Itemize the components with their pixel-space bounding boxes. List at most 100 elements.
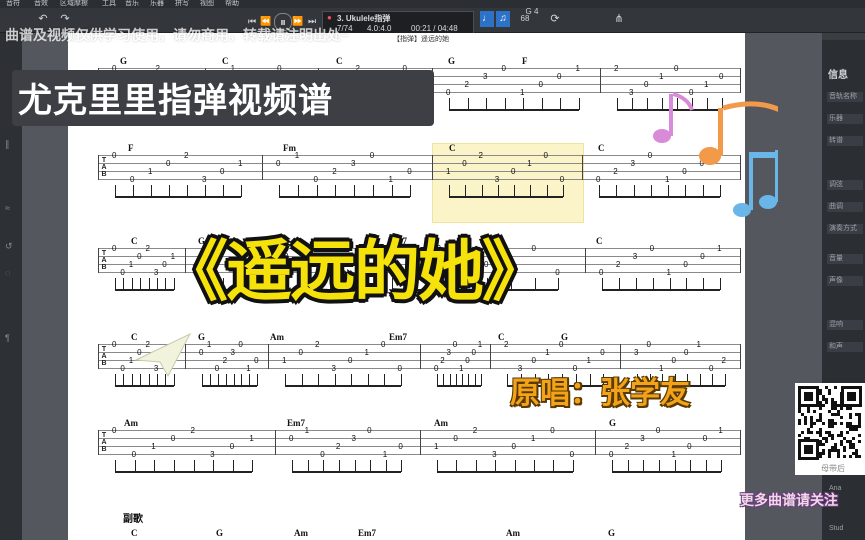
menu-item[interactable]: 乐器 [150, 0, 164, 8]
tuning-fork-icon[interactable]: ⋔ [612, 11, 626, 27]
tab-note[interactable]: 2 [625, 442, 629, 451]
tab-note[interactable]: 0 [539, 80, 543, 89]
tab-note[interactable]: 0 [453, 340, 457, 349]
tab-note[interactable]: 2 [479, 151, 483, 160]
tab-note[interactable]: 0 [647, 340, 651, 349]
tab-note[interactable]: 2 [504, 340, 508, 349]
inspector-item[interactable]: 声像 [827, 276, 863, 286]
tab-note[interactable]: 2 [336, 442, 340, 451]
tab-note[interactable]: 0 [560, 175, 564, 184]
tab-note[interactable]: 0 [453, 434, 457, 443]
tab-note[interactable]: 3 [492, 450, 496, 459]
tab-note[interactable]: 0 [446, 88, 450, 97]
tab-note[interactable]: 3 [633, 252, 637, 261]
tab-note[interactable]: 2 [440, 356, 444, 365]
tab-note[interactable]: 1 [717, 244, 721, 253]
tab-note[interactable]: 1 [531, 434, 535, 443]
tab-note[interactable]: 3 [332, 364, 336, 373]
tab-note[interactable]: 2 [722, 356, 726, 365]
menu-item[interactable]: 音效 [34, 0, 48, 8]
inspector-item[interactable]: 曲调 [827, 202, 863, 212]
tab-note[interactable]: 0 [599, 268, 603, 277]
menu-item[interactable]: 帮助 [225, 0, 239, 8]
tab-note[interactable]: 2 [473, 426, 477, 435]
tab-note[interactable]: 0 [137, 252, 141, 261]
tab-note[interactable]: 1 [718, 426, 722, 435]
tab-note[interactable]: 0 [171, 434, 175, 443]
tab-note[interactable]: 2 [223, 356, 227, 365]
tab-note[interactable]: 0 [220, 167, 224, 176]
count-in-icon[interactable]: ♫ [496, 11, 510, 27]
tab-note[interactable]: 0 [238, 340, 242, 349]
tab-note[interactable]: 1 [446, 167, 450, 176]
inspector-item[interactable]: 转谱 [827, 136, 863, 146]
tab-note[interactable]: 0 [555, 268, 559, 277]
tab-note[interactable]: 2 [332, 167, 336, 176]
tab-note[interactable]: 3 [634, 348, 638, 357]
tool-icon[interactable]: ↺ [5, 241, 13, 252]
menu-item[interactable]: 工具 [102, 0, 116, 8]
tab-note[interactable]: 0 [532, 356, 536, 365]
undo-icon[interactable]: ↶ [36, 11, 50, 27]
tab-note[interactable]: 1 [697, 340, 701, 349]
tab-note[interactable]: 0 [719, 72, 723, 81]
tab-note[interactable]: 1 [151, 442, 155, 451]
tab-note[interactable]: 0 [512, 442, 516, 451]
tab-note[interactable]: 0 [230, 442, 234, 451]
tab-note[interactable]: 2 [315, 340, 319, 349]
tab-note[interactable]: 0 [320, 450, 324, 459]
tab-note[interactable]: 1 [672, 450, 676, 459]
tab-note[interactable]: 0 [434, 364, 438, 373]
menu-item[interactable]: 区域摩擦 [60, 0, 88, 8]
tab-note[interactable]: 0 [132, 450, 136, 459]
tab-note[interactable]: 1 [129, 260, 133, 269]
tab-note[interactable]: 3 [352, 434, 356, 443]
tool-icon[interactable]: ≈ [5, 203, 10, 213]
tab-note[interactable]: 0 [472, 348, 476, 357]
menu-item[interactable]: 视图 [200, 0, 214, 8]
tab-note[interactable]: 1 [246, 364, 250, 373]
metronome-icon[interactable]: ♩ [480, 11, 494, 27]
tab-note[interactable]: 0 [687, 442, 691, 451]
tool-icon[interactable]: ¶ [5, 333, 10, 343]
tab-note[interactable]: 0 [600, 348, 604, 357]
tab-note[interactable]: 0 [112, 340, 116, 349]
tab-note[interactable]: 0 [254, 356, 258, 365]
tab-note[interactable]: 0 [215, 364, 219, 373]
redo-icon[interactable]: ↷ [58, 11, 72, 27]
tab-note[interactable]: 1 [295, 151, 299, 160]
tab-note[interactable]: 1 [129, 356, 133, 365]
tab-note[interactable]: 0 [112, 244, 116, 253]
menu-item[interactable]: 拼写 [175, 0, 189, 8]
menu-item[interactable]: 音符 [6, 0, 20, 8]
tab-note[interactable]: 3 [154, 268, 158, 277]
tab-note[interactable]: 0 [502, 64, 506, 73]
tab-note[interactable]: 0 [314, 175, 318, 184]
tab-note[interactable]: 0 [407, 167, 411, 176]
tab-note[interactable]: 0 [550, 426, 554, 435]
inspector-item[interactable]: 音量 [827, 254, 863, 264]
inspector-item[interactable]: 混响 [827, 320, 863, 330]
tab-note[interactable]: 2 [465, 80, 469, 89]
tab-note[interactable]: 0 [709, 364, 713, 373]
tab-note[interactable]: 1 [282, 356, 286, 365]
tab-note[interactable]: 1 [434, 442, 438, 451]
tab-note[interactable]: 0 [672, 356, 676, 365]
tab-note[interactable]: 1 [520, 88, 524, 97]
tab-note[interactable]: 0 [370, 151, 374, 160]
tab-note[interactable]: 1 [383, 450, 387, 459]
loop-icon[interactable]: ⟳ [548, 11, 562, 27]
tab-note[interactable]: 0 [656, 426, 660, 435]
tab-note[interactable]: 1 [527, 159, 531, 168]
tab-note[interactable]: 1 [478, 340, 482, 349]
tab-note[interactable]: 3 [202, 175, 206, 184]
tab-note[interactable]: 2 [191, 426, 195, 435]
tab-note[interactable]: 1 [305, 426, 309, 435]
tab-note[interactable]: 2 [146, 244, 150, 253]
tab-note[interactable]: 0 [289, 434, 293, 443]
inspector-item[interactable]: 演奏方式 [827, 224, 863, 234]
tab-note[interactable]: 0 [462, 159, 466, 168]
tab-note[interactable]: 2 [614, 64, 618, 73]
tab-note[interactable]: 1 [238, 159, 242, 168]
tab-note[interactable]: 0 [381, 340, 385, 349]
